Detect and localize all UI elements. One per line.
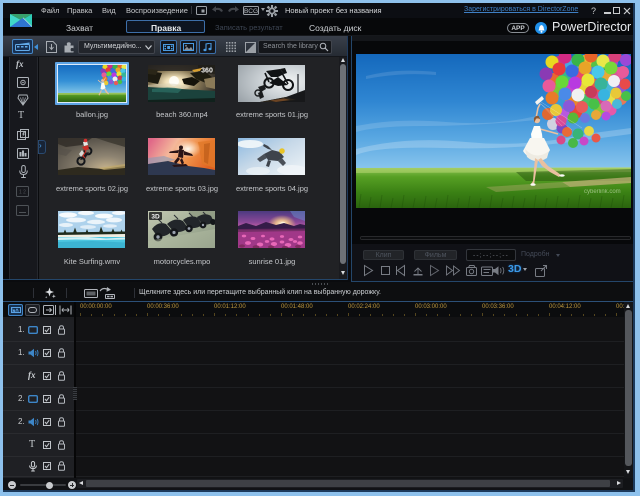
svg-text:360: 360: [201, 68, 213, 75]
svg-text:cyberlink.com: cyberlink.com: [584, 189, 621, 195]
svg-text:BCG: BCG: [244, 8, 258, 15]
svg-text:3D: 3D: [151, 214, 160, 221]
svg-text:1 2: 1 2: [19, 190, 26, 196]
